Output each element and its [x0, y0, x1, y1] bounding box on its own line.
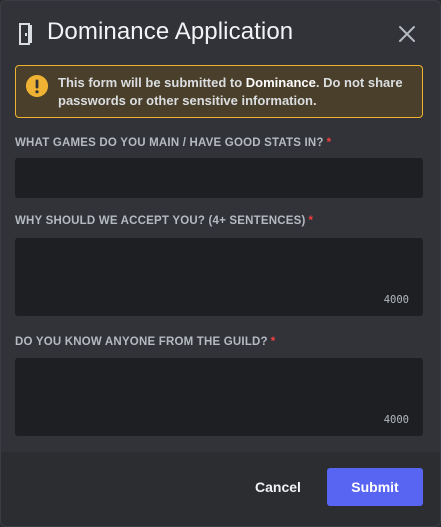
char-counter: 4000 [383, 414, 409, 426]
field-label-games: WHAT GAMES DO YOU MAIN / HAVE GOOD STATS… [15, 137, 332, 149]
notice-text: This form will be submitted to Dominance… [58, 75, 403, 108]
modal-footer: Cancel Submit [1, 452, 440, 526]
modal-header: Dominance Application [1, 1, 440, 65]
why-accept-textarea[interactable]: 4000 [15, 238, 423, 316]
required-asterisk: * [308, 215, 314, 227]
required-asterisk: * [270, 336, 276, 348]
warning-icon [26, 75, 48, 97]
modal-title: Dominance Application [47, 18, 294, 45]
submit-button[interactable]: Submit [327, 468, 423, 506]
application-modal: Dominance Application This form will be … [0, 0, 441, 527]
warning-notice: This form will be submitted to Dominance… [15, 65, 423, 118]
required-asterisk: * [326, 137, 332, 149]
door-icon [19, 23, 32, 45]
field-label-why-accept: WHY SHOULD WE ACCEPT YOU? (4+ SENTENCES)… [15, 215, 314, 227]
games-input[interactable] [15, 158, 423, 198]
char-counter: 4000 [383, 294, 409, 306]
close-icon[interactable] [396, 23, 418, 45]
cancel-button[interactable]: Cancel [245, 468, 311, 506]
server-name: Dominance [245, 75, 316, 90]
field-label-know-guild: DO YOU KNOW ANYONE FROM THE GUILD? * [15, 336, 276, 348]
know-guild-textarea[interactable]: 4000 [15, 358, 423, 436]
